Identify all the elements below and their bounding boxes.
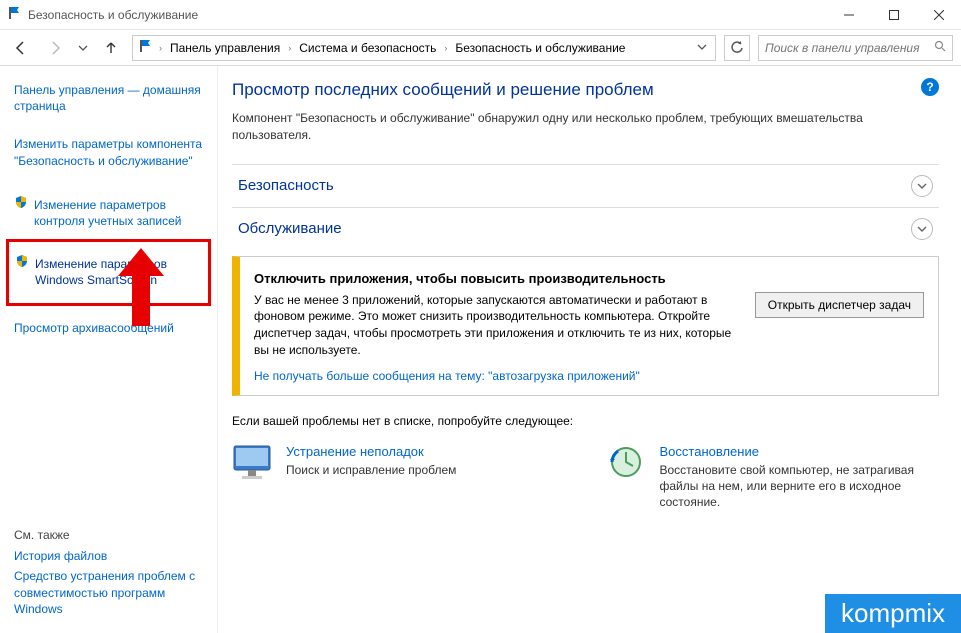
refresh-button[interactable]	[724, 35, 750, 61]
expand-button[interactable]	[911, 218, 933, 240]
breadcrumb-item[interactable]: Безопасность и обслуживание	[449, 36, 631, 60]
page-title: Просмотр последних сообщений и решение п…	[232, 80, 939, 100]
forward-button[interactable]	[42, 35, 68, 61]
section-label: Обслуживание	[238, 220, 342, 237]
flag-icon	[139, 39, 153, 56]
recovery-tile[interactable]: Восстановление Восстановите свой компьют…	[606, 444, 940, 511]
maintenance-section[interactable]: Обслуживание	[232, 207, 939, 250]
breadcrumb-dropdown[interactable]	[691, 41, 713, 55]
sidebar-item-smartscreen[interactable]: Изменение параметров Windows SmartScreen	[15, 252, 202, 292]
chevron-right-icon: ›	[286, 43, 293, 53]
back-button[interactable]	[8, 35, 34, 61]
see-also-label: См. также	[14, 528, 207, 542]
section-label: Безопасность	[238, 177, 334, 194]
sidebar-change-settings[interactable]: Изменить параметры компонента "Безопасно…	[14, 136, 207, 168]
sidebar-home[interactable]: Панель управления — домашняя страница	[14, 82, 207, 114]
search-input[interactable]	[765, 41, 930, 55]
other-problems-text: Если вашей проблемы нет в списке, попроб…	[232, 414, 939, 428]
shield-icon	[15, 254, 29, 271]
help-icon[interactable]: ?	[921, 78, 939, 96]
red-arrow-annotation	[116, 248, 166, 331]
clock-restore-icon	[606, 444, 648, 480]
chevron-right-icon: ›	[442, 43, 449, 53]
alert-text: У вас не менее 3 приложений, которые зап…	[254, 292, 739, 359]
page-subtext: Компонент "Безопасность и обслуживание" …	[232, 110, 939, 144]
tile-desc: Восстановите свой компьютер, не затрагив…	[660, 462, 940, 511]
close-button[interactable]	[916, 0, 961, 30]
sidebar-compat[interactable]: Средство устранения проблем с совместимо…	[14, 568, 207, 617]
maximize-button[interactable]	[871, 0, 916, 30]
troubleshoot-tile[interactable]: Устранение неполадок Поиск и исправление…	[232, 444, 566, 480]
sidebar-archive[interactable]: Просмотр архивасообщений	[14, 320, 207, 336]
watermark: kompmix	[825, 594, 961, 633]
sidebar-item-label: Изменение параметров контроля учетных за…	[34, 197, 207, 229]
sidebar-item-uac[interactable]: Изменение параметров контроля учетных за…	[14, 193, 207, 233]
monitor-icon	[232, 444, 274, 480]
expand-button[interactable]	[911, 175, 933, 197]
highlight-box: Изменение параметров Windows SmartScreen	[6, 239, 211, 305]
flag-icon	[8, 6, 22, 23]
search-icon	[934, 40, 946, 55]
toolbar: › Панель управления › Система и безопасн…	[0, 30, 961, 66]
security-section[interactable]: Безопасность	[232, 164, 939, 207]
title-bar: Безопасность и обслуживание	[0, 0, 961, 30]
breadcrumb-item[interactable]: Система и безопасность	[293, 36, 442, 60]
alert-title: Отключить приложения, чтобы повысить про…	[254, 271, 924, 286]
alert-dismiss-link[interactable]: Не получать больше сообщения на тему: "а…	[254, 369, 924, 383]
tile-title: Устранение неполадок	[286, 444, 456, 459]
window-title: Безопасность и обслуживание	[28, 8, 198, 22]
main-content: ? Просмотр последних сообщений и решение…	[218, 66, 961, 633]
breadcrumb[interactable]: › Панель управления › Система и безопасн…	[132, 35, 716, 61]
alert-box: Отключить приложения, чтобы повысить про…	[232, 256, 939, 396]
chevron-right-icon: ›	[157, 43, 164, 53]
breadcrumb-item[interactable]: Панель управления	[164, 36, 286, 60]
up-button[interactable]	[98, 35, 124, 61]
open-task-manager-button[interactable]: Открыть диспетчер задач	[755, 292, 924, 318]
chevron-down-icon[interactable]	[76, 35, 90, 61]
tile-title: Восстановление	[660, 444, 940, 459]
window-controls	[826, 0, 961, 30]
sidebar-file-history[interactable]: История файлов	[14, 548, 207, 564]
minimize-button[interactable]	[826, 0, 871, 30]
tile-desc: Поиск и исправление проблем	[286, 462, 456, 478]
shield-icon	[14, 195, 28, 212]
sidebar: Панель управления — домашняя страница Из…	[0, 66, 218, 633]
search-box[interactable]	[758, 35, 953, 61]
